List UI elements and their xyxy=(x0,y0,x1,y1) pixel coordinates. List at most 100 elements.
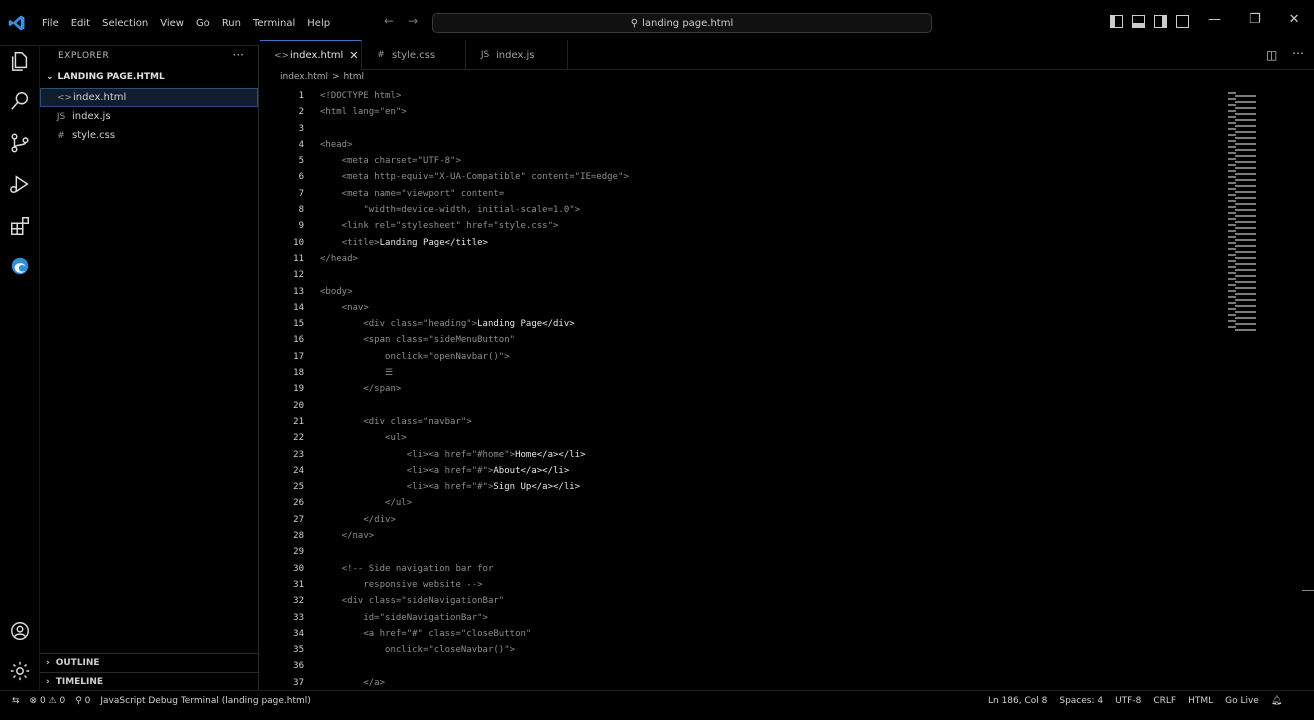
toggle-primary-sidebar-icon[interactable] xyxy=(1110,15,1123,28)
search-icon[interactable] xyxy=(9,90,31,112)
code-line[interactable] xyxy=(320,544,1220,560)
debug-terminal-status[interactable]: JavaScript Debug Terminal (landing page.… xyxy=(100,696,310,706)
back-arrow-icon[interactable]: ← xyxy=(384,14,394,28)
tab-index-html[interactable]: <> index.html ✕ xyxy=(260,40,362,70)
code-line[interactable]: </nav> xyxy=(320,528,1220,544)
breadcrumb-file[interactable]: index.html xyxy=(280,72,328,82)
code-line[interactable] xyxy=(320,267,1220,283)
code-line[interactable]: <div class="navbar"> xyxy=(320,414,1220,430)
minimap-line xyxy=(1228,260,1236,262)
tab-index-js[interactable]: JS index.js xyxy=(466,40,568,70)
code-line[interactable]: <!DOCTYPE html> xyxy=(320,88,1220,104)
menu-file[interactable]: File xyxy=(36,16,65,31)
code-line[interactable]: <span class="sideMenuButton" xyxy=(320,332,1220,348)
menu-view[interactable]: View xyxy=(154,16,190,31)
forward-arrow-icon[interactable]: → xyxy=(408,14,418,28)
run-debug-icon[interactable] xyxy=(9,173,31,195)
code-line[interactable]: <li><a href="#">Sign Up</a></li> xyxy=(320,479,1220,495)
file-index-js[interactable]: JS index.js xyxy=(40,107,258,126)
minimap-line xyxy=(1235,227,1256,229)
explorer-more-icon[interactable]: ··· xyxy=(233,48,244,62)
code-line[interactable]: "width=device-width, initial-scale=1.0"> xyxy=(320,202,1220,218)
code-line[interactable]: </head> xyxy=(320,251,1220,267)
code-line[interactable] xyxy=(320,121,1220,137)
code-line[interactable]: </ul> xyxy=(320,495,1220,511)
code-line[interactable]: </span> xyxy=(320,381,1220,397)
code-line[interactable]: <li><a href="#home">Home</a></li> xyxy=(320,447,1220,463)
encoding[interactable]: UTF-8 xyxy=(1115,696,1141,706)
code-markup: <li><a href="#"> xyxy=(320,482,494,493)
code-line[interactable]: id="sideNavigationBar"> xyxy=(320,610,1220,626)
file-style-css[interactable]: # style.css xyxy=(40,126,258,145)
menu-terminal[interactable]: Terminal xyxy=(247,16,301,31)
minimap-line xyxy=(1228,116,1236,118)
cursor-position[interactable]: Ln 186, Col 8 xyxy=(988,696,1047,706)
code-line[interactable]: <!-- Side navigation bar for xyxy=(320,561,1220,577)
scrollbar-thumb[interactable] xyxy=(1302,590,1314,591)
extensions-icon[interactable] xyxy=(9,215,31,237)
code-line[interactable]: <meta charset="UTF-8"> xyxy=(320,153,1220,169)
code-line[interactable]: <li><a href="#">About</a></li> xyxy=(320,463,1220,479)
menu-run[interactable]: Run xyxy=(216,16,247,31)
outline-section[interactable]: › OUTLINE xyxy=(40,653,258,672)
code-content[interactable]: <!DOCTYPE html> <html lang="en"> <head> <m… xyxy=(320,88,1220,690)
source-control-icon[interactable] xyxy=(9,132,31,154)
notifications-icon[interactable]: 🔔︎ xyxy=(1271,696,1282,706)
language-mode[interactable]: HTML xyxy=(1188,696,1213,706)
code-editor[interactable]: 1 2 3 4 5 6 7 8 9 10 11 12 13 14 15 16 17 18 19 20 21 22 23 24 2… xyxy=(260,88,1314,690)
code-line[interactable]: <meta http-equiv="X-UA-Compatible" conte… xyxy=(320,169,1220,185)
code-line[interactable]: <link rel="stylesheet" href="style.css"> xyxy=(320,218,1220,234)
code-line[interactable]: <nav> xyxy=(320,300,1220,316)
minimap-line xyxy=(1228,308,1236,310)
code-line[interactable] xyxy=(320,398,1220,414)
tab-style-css[interactable]: # style.css xyxy=(362,40,466,70)
code-line[interactable]: <ul> xyxy=(320,430,1220,446)
code-line[interactable]: </a> xyxy=(320,675,1220,690)
split-editor-icon[interactable]: ◫ xyxy=(1266,48,1277,62)
menu-edit[interactable]: Edit xyxy=(65,16,96,31)
close-icon[interactable]: ✕ xyxy=(349,49,358,62)
code-line[interactable]: onclick="closeNavbar()"> xyxy=(320,642,1220,658)
timeline-section[interactable]: › TIMELINE xyxy=(40,672,258,691)
command-center-search[interactable]: ⚲ landing page.html xyxy=(432,13,932,33)
explorer-icon[interactable] xyxy=(9,50,31,72)
code-line[interactable]: <div class="heading">Landing Page</div> xyxy=(320,316,1220,332)
code-markup: </a> xyxy=(320,677,386,688)
breadcrumb-node[interactable]: html xyxy=(344,72,365,82)
end-of-line[interactable]: CRLF xyxy=(1153,696,1176,706)
code-line[interactable]: responsive website --> xyxy=(320,577,1220,593)
minimize-icon[interactable]: — xyxy=(1208,12,1221,27)
toggle-secondary-sidebar-icon[interactable] xyxy=(1154,15,1167,28)
code-line[interactable]: <html lang="en"> xyxy=(320,104,1220,120)
minimap[interactable] xyxy=(1228,92,1274,342)
code-line[interactable]: ☰ xyxy=(320,365,1220,381)
edge-devtools-icon[interactable] xyxy=(9,255,31,277)
account-icon[interactable] xyxy=(9,620,31,642)
code-line[interactable]: </div> xyxy=(320,512,1220,528)
code-line[interactable]: <meta name="viewport" content= xyxy=(320,186,1220,202)
remote-icon[interactable]: ⇆ xyxy=(12,696,20,706)
toggle-panel-icon[interactable] xyxy=(1132,15,1145,28)
close-window-icon[interactable]: ✕ xyxy=(1289,12,1300,27)
settings-gear-icon[interactable] xyxy=(9,660,31,682)
go-live-button[interactable]: Go Live xyxy=(1225,696,1259,706)
code-line[interactable]: <title>Landing Page</title> xyxy=(320,235,1220,251)
menu-help[interactable]: Help xyxy=(301,16,336,31)
indentation[interactable]: Spaces: 4 xyxy=(1059,696,1103,706)
problems-status[interactable]: ⊗ 0 ⚠ 0 xyxy=(30,696,66,706)
ports-status[interactable]: ⚲ 0 xyxy=(75,696,90,706)
code-markup: ☰ xyxy=(320,368,394,379)
file-index-html[interactable]: <> index.html xyxy=(40,88,258,107)
folder-landing-page[interactable]: ⌄ LANDING PAGE.HTML xyxy=(46,72,165,82)
code-line[interactable] xyxy=(320,658,1220,674)
menu-selection[interactable]: Selection xyxy=(96,16,154,31)
editor-more-icon[interactable]: ⋯ xyxy=(1292,46,1304,60)
customize-layout-icon[interactable] xyxy=(1176,15,1189,28)
code-line[interactable]: <div class="sideNavigationBar" xyxy=(320,593,1220,609)
code-line[interactable]: <body> xyxy=(320,284,1220,300)
code-line[interactable]: <head> xyxy=(320,137,1220,153)
restore-icon[interactable]: ❐ xyxy=(1249,12,1261,27)
code-line[interactable]: <a href="#" class="closeButton" xyxy=(320,626,1220,642)
code-line[interactable]: onclick="openNavbar()"> xyxy=(320,349,1220,365)
menu-go[interactable]: Go xyxy=(190,16,216,31)
